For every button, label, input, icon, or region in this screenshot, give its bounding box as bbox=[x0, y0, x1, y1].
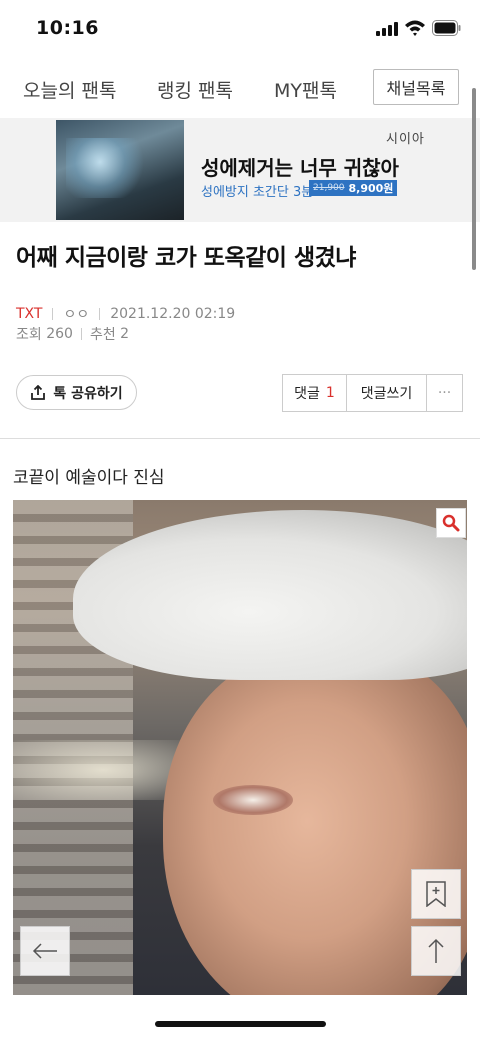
scroll-top-button[interactable] bbox=[411, 926, 461, 976]
views-count: 260 bbox=[46, 326, 73, 342]
comments-button[interactable]: 댓글 1 bbox=[283, 375, 347, 411]
recommend-count: 2 bbox=[120, 326, 130, 342]
status-time: 10:16 bbox=[36, 17, 99, 39]
arrow-up-icon bbox=[428, 938, 444, 963]
more-button[interactable]: ··· bbox=[427, 375, 462, 411]
channel-list-button[interactable]: 채널목록 bbox=[373, 69, 459, 105]
ad-subtext: 성에방지 초간단 3분 bbox=[201, 185, 314, 200]
scrollbar[interactable] bbox=[472, 88, 476, 270]
article-stats: 조회 260 추천 2 bbox=[16, 324, 129, 344]
back-button[interactable] bbox=[20, 926, 70, 976]
section-divider bbox=[0, 438, 480, 439]
views-label: 조회 bbox=[16, 327, 42, 343]
bookmark-button[interactable] bbox=[411, 869, 461, 919]
ad-headline: 성에제거는 너무 귀찮아 bbox=[201, 156, 399, 180]
article-meta: TXT ㅇㅇ 2021.12.20 02:19 bbox=[16, 304, 235, 324]
author-name[interactable]: TXT bbox=[16, 306, 42, 322]
article-title: 어째 지금이랑 코가 또옥같이 생겼냐 bbox=[16, 245, 356, 271]
article-photo[interactable] bbox=[13, 500, 467, 995]
ad-brand: 시이아 bbox=[386, 132, 425, 147]
home-indicator[interactable] bbox=[155, 1021, 326, 1027]
share-icon bbox=[31, 384, 46, 400]
wifi-icon bbox=[405, 20, 425, 36]
share-button[interactable]: 톡 공유하기 bbox=[16, 375, 137, 410]
tab-my-fantalk[interactable]: MY팬톡 bbox=[274, 76, 337, 103]
ad-banner[interactable]: 시이아 성에제거는 너무 귀찮아 성에방지 초간단 3분 21,900 8,90… bbox=[0, 118, 480, 222]
comments-count: 1 bbox=[325, 385, 335, 401]
meta-divider bbox=[99, 308, 101, 320]
zoom-button[interactable] bbox=[436, 508, 466, 538]
ad-new-price: 8,900원 bbox=[348, 182, 394, 195]
write-comment-button[interactable]: 댓글쓰기 bbox=[347, 375, 427, 411]
comments-label: 댓글 bbox=[294, 386, 320, 402]
ad-image bbox=[56, 120, 184, 220]
ad-old-price: 21,900 bbox=[313, 183, 345, 193]
status-bar: 10:16 bbox=[0, 0, 480, 58]
tab-today-fantalk[interactable]: 오늘의 팬톡 bbox=[23, 76, 116, 103]
tab-ranking-fantalk[interactable]: 랭킹 팬톡 bbox=[157, 76, 233, 103]
article-body: 코끝이 예술이다 진심 bbox=[13, 468, 165, 488]
signal-icon bbox=[376, 22, 400, 36]
post-datetime: 2021.12.20 02:19 bbox=[110, 306, 236, 322]
meta-divider bbox=[80, 328, 82, 340]
comment-button-group: 댓글 1 댓글쓰기 ··· bbox=[282, 374, 463, 412]
meta-divider bbox=[52, 308, 54, 320]
arrow-left-icon bbox=[32, 943, 57, 959]
battery-icon bbox=[432, 20, 461, 36]
ad-price-box: 21,900 8,900원 bbox=[309, 180, 398, 196]
nickname: ㅇㅇ bbox=[63, 307, 90, 323]
bookmark-icon bbox=[426, 881, 446, 907]
recommend-label: 추천 bbox=[89, 327, 116, 343]
magnifier-icon bbox=[442, 514, 460, 532]
share-label: 톡 공유하기 bbox=[53, 385, 123, 402]
top-nav: 오늘의 팬톡 랭킹 팬톡 MY팬톡 채널목록 bbox=[0, 58, 480, 118]
photo-mouth bbox=[213, 785, 293, 815]
